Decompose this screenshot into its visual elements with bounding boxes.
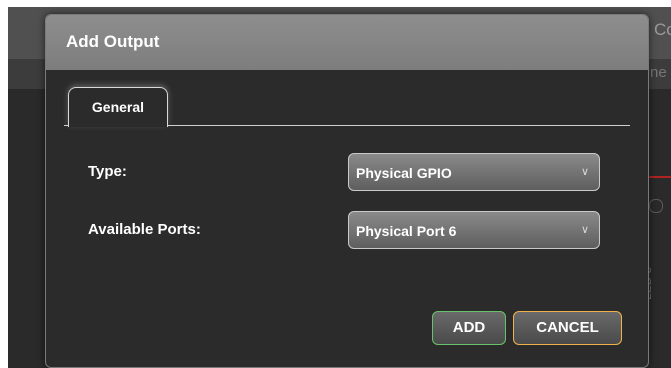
background-header-text: Co <box>654 20 671 39</box>
add-output-dialog: Add Output General Type: Physical GPIO ∨… <box>45 14 649 368</box>
chevron-down-icon: ∨ <box>580 166 589 178</box>
background-band-text: ne <box>650 64 667 81</box>
tab-general[interactable]: General <box>68 87 168 127</box>
cancel-button[interactable]: CANCEL <box>513 311 622 345</box>
type-select[interactable]: Physical GPIO ∨ <box>348 153 600 191</box>
type-label: Type: <box>88 163 127 180</box>
available-ports-label: Available Ports: <box>88 221 201 238</box>
background-circle-icon <box>649 199 663 213</box>
available-ports-select[interactable]: Physical Port 6 ∨ <box>348 211 600 249</box>
available-ports-select-value: Physical Port 6 <box>356 223 457 239</box>
dialog-title: Add Output <box>66 32 160 51</box>
background-red-line <box>648 176 671 178</box>
type-select-value: Physical GPIO <box>356 165 452 181</box>
tab-general-label: General <box>91 99 145 115</box>
add-button[interactable]: ADD <box>432 311 506 345</box>
dialog-header: Add Output <box>46 15 648 70</box>
chevron-down-icon: ∨ <box>580 224 589 236</box>
